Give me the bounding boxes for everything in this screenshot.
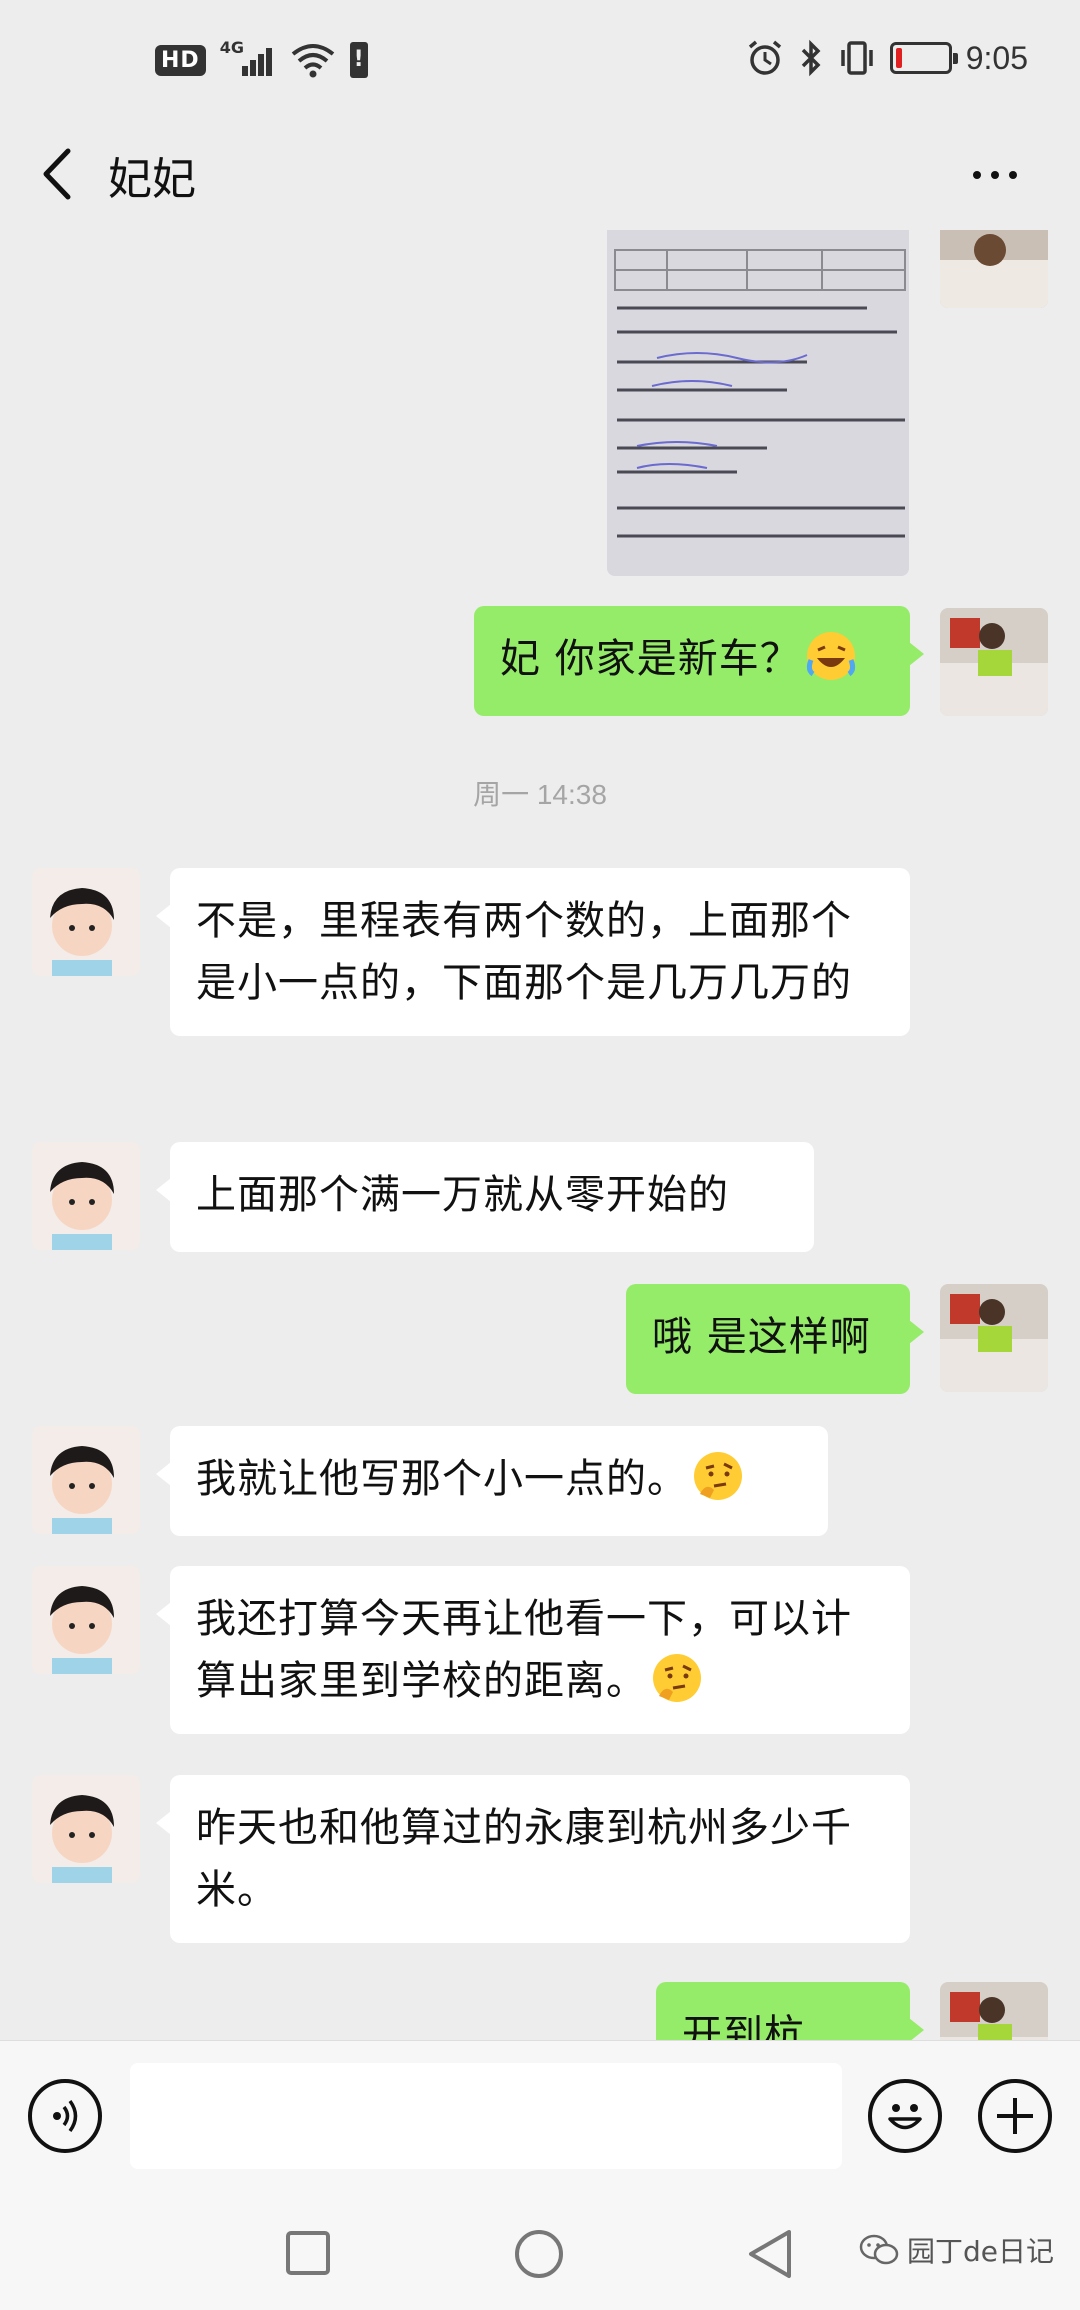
back-button[interactable] <box>28 139 88 209</box>
my-avatar[interactable] <box>940 230 1048 308</box>
message-list[interactable]: 妃 你家是新车？ 周一 14:38 不是，里程表有两个数的，上面那个是小一点的，… <box>0 230 1080 2040</box>
clock: 9:05 <box>965 39 1028 76</box>
wechat-logo-icon <box>859 2234 899 2265</box>
message-text: 昨天也和他算过的永康到杭州多少千米。 <box>196 1805 852 1913</box>
watermark-text: 园丁de日记 <box>906 2235 1054 2268</box>
hd-badge: HD <box>155 44 206 76</box>
message-text: 我就让他写那个小一点的。 <box>196 1456 688 1502</box>
smiley-icon <box>888 2104 922 2130</box>
contact-avatar[interactable] <box>32 1142 140 1250</box>
plus-icon <box>997 2098 1033 2134</box>
warning-icon: ! <box>349 42 368 78</box>
wifi-icon <box>291 44 334 78</box>
message-text: 我还打算今天再让他看一下，可以计算出家里到学校的距离。 <box>196 1596 852 1704</box>
voice-button[interactable] <box>28 2079 102 2153</box>
emoji-button[interactable] <box>868 2079 942 2153</box>
message-timestamp: 周一 14:38 <box>473 779 607 810</box>
my-avatar[interactable] <box>940 608 1048 716</box>
more-dots-icon <box>973 171 981 179</box>
worksheet-photo <box>607 230 909 576</box>
status-bar: HD 4G ! 9:05 <box>0 0 1080 125</box>
circle-icon[interactable] <box>513 2228 565 2280</box>
contact-avatar[interactable] <box>32 1426 140 1534</box>
message-text: 上面那个满一万就从零开始的 <box>196 1172 729 1218</box>
alarm-icon <box>748 40 781 75</box>
chat-title: 妃妃 <box>108 154 196 205</box>
incoming-message[interactable]: 昨天也和他算过的永康到杭州多少千米。 <box>156 1775 910 1943</box>
image-message[interactable] <box>607 230 909 576</box>
contact-avatar[interactable] <box>32 1775 140 1883</box>
contact-avatar[interactable] <box>32 1566 140 1674</box>
more-options-button[interactable] <box>960 145 1030 205</box>
input-bar <box>0 2040 1080 2195</box>
bluetooth-icon <box>801 39 821 77</box>
incoming-message[interactable]: 我就让他写那个小一点的。 <box>156 1426 828 1536</box>
watermark: 园丁de日记 <box>859 2230 1054 2270</box>
my-avatar[interactable] <box>940 1982 1048 2040</box>
incoming-message[interactable]: 我还打算今天再让他看一下，可以计算出家里到学校的距离。 <box>156 1566 910 1734</box>
message-input[interactable] <box>130 2063 842 2169</box>
incoming-message[interactable]: 不是，里程表有两个数的，上面那个是小一点的，下面那个是几万几万的 <box>156 868 910 1036</box>
contact-avatar[interactable] <box>32 868 140 976</box>
chat-header: 妃妃 <box>0 125 1080 230</box>
message-text: 哦 是这样啊 <box>652 1314 871 1360</box>
battery-icon <box>889 42 958 74</box>
my-avatar[interactable] <box>940 1284 1048 1392</box>
incoming-message[interactable]: 上面那个满一万就从零开始的 <box>156 1142 814 1252</box>
outgoing-message[interactable]: 哦 是这样啊 <box>626 1284 924 1394</box>
network-type: 4G <box>219 38 244 57</box>
thinking-emoji <box>694 1452 742 1500</box>
status-left-icons: HD 4G ! <box>155 38 368 80</box>
square-icon[interactable] <box>285 2230 331 2276</box>
chevron-left-icon <box>43 148 71 200</box>
message-text: 开到杭州？ <box>682 2012 805 2040</box>
battery-level <box>895 48 902 68</box>
thinking-emoji <box>653 1654 701 1702</box>
voice-icon <box>53 2099 78 2133</box>
message-text: 不是，里程表有两个数的，上面那个是小一点的，下面那个是几万几万的 <box>196 898 852 1006</box>
cellular-signal-icon: 4G <box>219 38 276 80</box>
plus-button[interactable] <box>978 2079 1052 2153</box>
outgoing-message[interactable]: 开到杭州？ <box>656 1982 924 2040</box>
message-text: 妃 你家是新车？ <box>500 636 801 682</box>
vibrate-icon <box>840 41 873 75</box>
status-right-icons: 9:05 <box>746 38 1028 78</box>
outgoing-message[interactable]: 妃 你家是新车？ <box>474 606 924 716</box>
grinning-sweat-emoji <box>806 632 855 680</box>
triangle-back-icon[interactable] <box>745 2228 795 2280</box>
